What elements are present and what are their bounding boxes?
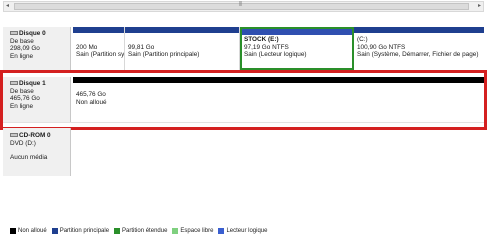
disk-icon <box>10 31 18 35</box>
legend-swatch <box>218 228 225 234</box>
legend-label: Lecteur logique <box>226 228 268 234</box>
legend-swatch <box>10 228 16 234</box>
legend-label: Partition principale <box>59 228 110 234</box>
legend-label: Espace libre <box>180 228 214 234</box>
partition-size: 200 Mo <box>76 43 98 51</box>
partition-label: (C:) <box>357 36 368 43</box>
legend-swatch <box>172 228 179 234</box>
horizontal-scrollbar[interactable]: ◂ ||| ▸ <box>3 1 484 12</box>
cdrom-icon <box>10 133 18 137</box>
partition-size: 97,19 Go NTFS <box>244 43 289 51</box>
disk-0-row: Disque 0 De base 298,09 Go En ligne 200 … <box>3 27 484 71</box>
legend-label: Partition étendue <box>122 228 168 234</box>
disk-name: CD-ROM 0 <box>19 132 51 139</box>
partition-bar <box>125 27 239 33</box>
legend-label: Non alloué <box>18 228 47 234</box>
partition-system-reserved[interactable]: 200 Mo Sain (Partition système, Actif, P… <box>73 27 125 70</box>
disk-type: De base <box>10 37 34 45</box>
legend-item: Partition principale <box>51 228 110 234</box>
scrollbar-grip-icon: ||| <box>239 1 242 7</box>
legend-item: Espace libre <box>172 228 213 234</box>
legend-swatch <box>51 228 58 234</box>
scroll-right-icon[interactable]: ▸ <box>478 2 481 11</box>
disk-name: Disque 0 <box>19 30 46 37</box>
partition-bar <box>242 29 352 35</box>
partition-label: STOCK (E:) <box>244 36 279 43</box>
partition-size: 100,90 Go NTFS <box>357 43 406 51</box>
cdrom-0-info[interactable]: CD-ROM 0 DVD (D:) Aucun média <box>3 128 71 176</box>
partition-status: Sain (Système, Démarrer, Fichier de page… <box>357 51 479 58</box>
cdrom-0-row: CD-ROM 0 DVD (D:) Aucun média <box>3 128 484 176</box>
partition-primary[interactable]: 99,81 Go Sain (Partition principale) <box>125 27 240 70</box>
disk-0-info[interactable]: Disque 0 De base 298,09 Go En ligne <box>3 27 71 70</box>
partition-bar <box>73 27 124 33</box>
scroll-left-icon[interactable]: ◂ <box>6 2 9 11</box>
partition-status: Sain (Partition principale) <box>128 51 200 58</box>
legend: Non alloué Partition principale Partitio… <box>10 226 272 236</box>
partition-size: 99,81 Go <box>128 43 155 51</box>
partition-c[interactable]: (C:) 100,90 Go NTFS Sain (Système, Démar… <box>354 27 484 70</box>
scrollbar-thumb[interactable]: ||| <box>14 1 469 10</box>
legend-item: Non alloué <box>10 228 47 234</box>
partition-bar <box>354 27 484 33</box>
disk-status: Aucun média <box>10 154 48 161</box>
partition-stock-e[interactable]: STOCK (E:) 97,19 Go NTFS Sain (Lecteur l… <box>240 27 354 70</box>
legend-item: Lecteur logique <box>218 228 267 234</box>
highlight-frame <box>0 70 487 130</box>
disk-size: 298,09 Go <box>10 45 40 52</box>
disk-status: En ligne <box>10 52 34 60</box>
partition-status: Sain (Lecteur logique) <box>244 51 307 58</box>
partition-status: Sain (Partition système, Actif, Partitio… <box>76 51 125 58</box>
disk-type: DVD (D:) <box>10 140 36 147</box>
legend-item: Partition étendue <box>114 228 167 234</box>
legend-swatch <box>114 228 121 234</box>
